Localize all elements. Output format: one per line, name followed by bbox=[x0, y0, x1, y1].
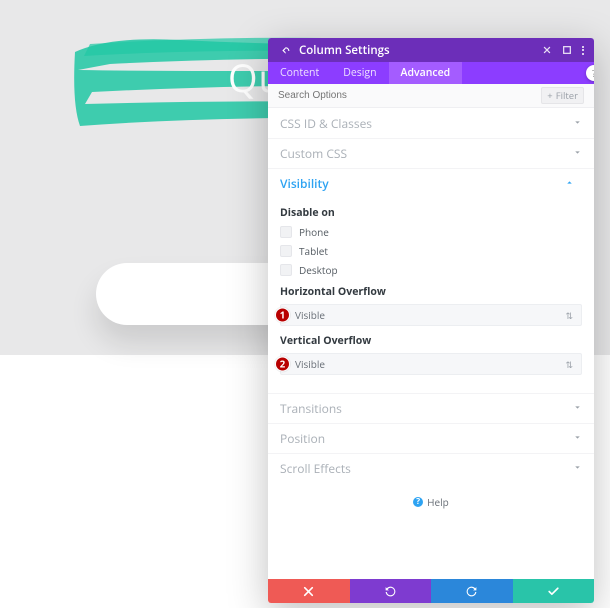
help-link[interactable]: ? Help bbox=[413, 495, 449, 509]
footer-actions bbox=[268, 579, 594, 603]
dropdown-caret-icon: ⇅ bbox=[565, 360, 573, 369]
search-options-row: +Filter bbox=[268, 84, 594, 108]
expand-icon[interactable] bbox=[562, 45, 572, 55]
section-options-icon[interactable] bbox=[580, 179, 582, 188]
help-row: ? Help bbox=[268, 483, 594, 519]
close-icon[interactable] bbox=[542, 45, 552, 55]
visibility-body: Disable on Phone Tablet Desktop Horizont… bbox=[268, 198, 594, 393]
section-css-id-classes[interactable]: CSS ID & Classes bbox=[268, 108, 594, 138]
vertical-overflow-label: Vertical Overflow bbox=[280, 334, 582, 348]
checkbox-desktop[interactable]: Desktop bbox=[280, 263, 582, 277]
callout-2: 2 bbox=[275, 357, 290, 372]
chevron-down-icon bbox=[573, 431, 582, 446]
disable-on-label: Disable on bbox=[280, 206, 582, 220]
panel-title: Column Settings bbox=[299, 43, 390, 58]
chevron-down-icon bbox=[573, 461, 582, 476]
checkbox-tablet[interactable]: Tablet bbox=[280, 244, 582, 258]
back-icon[interactable] bbox=[278, 44, 292, 57]
search-input[interactable] bbox=[278, 90, 541, 101]
sections-container: CSS ID & Classes Custom CSS Visibility D… bbox=[268, 108, 594, 579]
dropdown-caret-icon: ⇅ bbox=[565, 311, 573, 320]
help-icon: ? bbox=[413, 497, 423, 507]
horizontal-overflow-label: Horizontal Overflow bbox=[280, 285, 582, 299]
tab-content[interactable]: Content bbox=[268, 62, 331, 84]
callout-1: 1 bbox=[275, 308, 290, 323]
tabs-bar: Content Design Advanced ? bbox=[268, 62, 594, 84]
redo-button[interactable] bbox=[431, 579, 513, 603]
chevron-up-icon bbox=[565, 176, 574, 191]
cancel-button[interactable] bbox=[268, 579, 350, 603]
settings-panel: Column Settings Content Design Advanced … bbox=[268, 38, 594, 603]
chevron-down-icon bbox=[573, 146, 582, 161]
section-visibility[interactable]: Visibility bbox=[268, 168, 594, 198]
vertical-overflow-select[interactable]: 2 Visible ⇅ bbox=[280, 353, 582, 375]
panel-header[interactable]: Column Settings bbox=[268, 38, 594, 62]
save-button[interactable] bbox=[513, 579, 595, 603]
checkbox-phone[interactable]: Phone bbox=[280, 225, 582, 239]
section-scroll-effects[interactable]: Scroll Effects bbox=[268, 453, 594, 483]
undo-button[interactable] bbox=[350, 579, 432, 603]
kebab-menu-icon[interactable] bbox=[582, 46, 584, 55]
section-transitions[interactable]: Transitions bbox=[268, 393, 594, 423]
section-position[interactable]: Position bbox=[268, 423, 594, 453]
section-custom-css[interactable]: Custom CSS bbox=[268, 138, 594, 168]
help-badge-icon[interactable]: ? bbox=[586, 65, 594, 81]
filter-button[interactable]: +Filter bbox=[541, 87, 584, 104]
tab-advanced[interactable]: Advanced bbox=[389, 62, 463, 84]
tab-design[interactable]: Design bbox=[331, 62, 388, 84]
horizontal-overflow-select[interactable]: 1 Visible ⇅ bbox=[280, 304, 582, 326]
chevron-down-icon bbox=[573, 401, 582, 416]
chevron-down-icon bbox=[573, 116, 582, 131]
